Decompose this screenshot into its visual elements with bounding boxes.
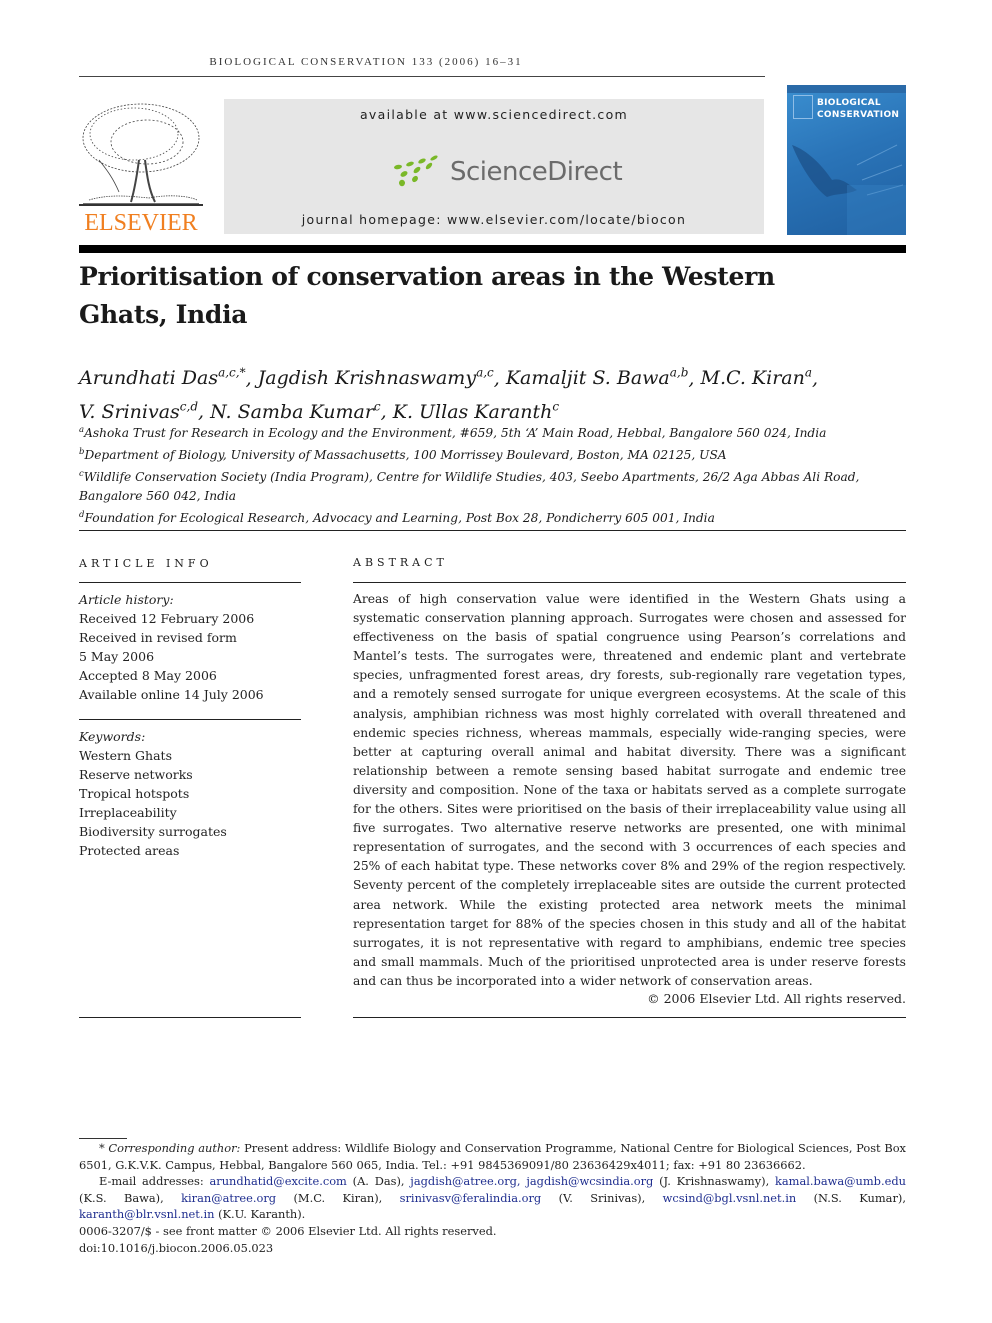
email-owner: (K.U. Karanth). bbox=[218, 1207, 306, 1222]
footnote-marker: * bbox=[99, 1141, 105, 1155]
article-info-bottom-rule bbox=[79, 1017, 301, 1018]
email-owner: (K.S. Bawa), bbox=[79, 1190, 164, 1205]
doi[interactable]: doi:10.1016/j.biocon.2006.05.023 bbox=[79, 1240, 906, 1257]
email-link[interactable]: wcsind@bgl.vsnl.net.in bbox=[663, 1191, 797, 1205]
keyword: Reserve networks bbox=[79, 767, 193, 782]
available-at-link[interactable]: available at www.sciencedirect.com bbox=[224, 107, 764, 122]
footnotes: * Corresponding author: Present address:… bbox=[79, 1140, 906, 1256]
front-matter-note: 0006-3207/$ - see front matter © 2006 El… bbox=[79, 1223, 497, 1238]
affiliation: aAshoka Trust for Research in Ecology an… bbox=[79, 425, 827, 441]
header-rule bbox=[79, 76, 765, 77]
article-title: Prioritisation of conservation areas in … bbox=[79, 262, 775, 329]
keyword: Protected areas bbox=[79, 843, 180, 858]
abstract-rule bbox=[353, 582, 906, 583]
tree-icon bbox=[79, 103, 203, 206]
email-owner: (V. Srinivas), bbox=[558, 1190, 646, 1205]
affiliation: dFoundation for Ecological Research, Adv… bbox=[79, 510, 715, 526]
article-history: Article history: Received 12 February 20… bbox=[79, 590, 301, 704]
author[interactable]: K. Ullas Karanthc bbox=[393, 399, 559, 422]
author[interactable]: V. Srinivasc,d bbox=[79, 399, 198, 422]
author[interactable]: M.C. Kirana bbox=[701, 366, 813, 389]
sciencedirect-logo[interactable]: ScienceDirect bbox=[390, 152, 623, 192]
footnote-rule bbox=[79, 1138, 127, 1139]
keywords: Keywords: Western Ghats Reserve networks… bbox=[79, 727, 301, 860]
title-rule bbox=[79, 245, 906, 253]
email-link[interactable]: jagdish@wcsindia.org bbox=[526, 1174, 653, 1188]
abstract-heading: ABSTRACT bbox=[353, 556, 448, 569]
running-head: BIOLOGICAL CONSERVATION 133 (2006) 16–31 bbox=[209, 56, 523, 68]
article-history-label: Article history: bbox=[79, 592, 174, 607]
abstract-bottom-rule bbox=[353, 1017, 906, 1018]
abstract-copyright: © 2006 Elsevier Ltd. All rights reserved… bbox=[647, 991, 906, 1006]
email-label: E-mail addresses: bbox=[99, 1174, 204, 1189]
keyword: Western Ghats bbox=[79, 748, 172, 763]
abstract-text: Areas of high conservation value were id… bbox=[353, 592, 906, 988]
author-list: Arundhati Dasa,c,*, Jagdish Krishnaswamy… bbox=[79, 366, 819, 423]
email-owner: (N.S. Kumar), bbox=[813, 1190, 906, 1205]
email-link[interactable]: jagdish@atree.org, bbox=[410, 1174, 520, 1188]
keyword: Irreplaceability bbox=[79, 805, 177, 820]
bird-illustration-icon bbox=[792, 144, 906, 235]
history-item: Received in revised form bbox=[79, 630, 237, 645]
elsevier-wordmark: ELSEVIER bbox=[84, 210, 198, 236]
article-info-rule bbox=[79, 582, 301, 583]
history-item: Received 12 February 2006 bbox=[79, 611, 255, 626]
history-item: Available online 14 July 2006 bbox=[79, 687, 264, 702]
affiliation-rule bbox=[79, 530, 906, 531]
email-link[interactable]: kiran@atree.org bbox=[181, 1191, 276, 1205]
keyword: Tropical hotspots bbox=[79, 786, 190, 801]
keywords-label: Keywords: bbox=[79, 729, 146, 744]
history-item: 5 May 2006 bbox=[79, 649, 155, 664]
email-owner: (J. Krishnaswamy), bbox=[659, 1174, 770, 1189]
sciencedirect-logo-text: ScienceDirect bbox=[450, 157, 623, 187]
email-owner: (A. Das), bbox=[352, 1174, 405, 1189]
corresponding-author-note: * Corresponding author: Present address:… bbox=[79, 1140, 906, 1173]
author[interactable]: Arundhati Dasa,c,* bbox=[79, 366, 246, 389]
corresponding-author-label: Corresponding author: bbox=[108, 1141, 241, 1155]
article-info-heading: ARTICLE INFO bbox=[79, 557, 213, 570]
email-link[interactable]: srinivasv@feralindia.org bbox=[400, 1191, 542, 1205]
journal-homepage-link[interactable]: journal homepage: www.elsevier.com/locat… bbox=[224, 212, 764, 227]
affiliation: bDepartment of Biology, University of Ma… bbox=[79, 447, 727, 463]
email-link[interactable]: karanth@blr.vsnl.net.in bbox=[79, 1207, 214, 1221]
keywords-rule bbox=[79, 719, 301, 720]
history-item: Accepted 8 May 2006 bbox=[79, 668, 217, 683]
affiliation: cWildlife Conservation Society (India Pr… bbox=[79, 469, 860, 504]
author[interactable]: Jagdish Krishnaswamya,c bbox=[258, 366, 494, 389]
author[interactable]: Kamaljit S. Bawaa,b bbox=[506, 366, 689, 389]
email-link[interactable]: kamal.bawa@umb.edu bbox=[775, 1174, 906, 1188]
email-link[interactable]: arundhatid@excite.com bbox=[209, 1174, 346, 1188]
keyword: Biodiversity surrogates bbox=[79, 824, 227, 839]
sciencedirect-leaves-icon bbox=[394, 155, 438, 187]
email-addresses: E-mail addresses: arundhatid@excite.com … bbox=[79, 1173, 906, 1223]
affiliation-list: aAshoka Trust for Research in Ecology an… bbox=[79, 421, 909, 528]
author[interactable]: N. Samba Kumarc bbox=[210, 399, 381, 422]
email-owner: (M.C. Kiran), bbox=[293, 1190, 383, 1205]
journal-cover-image: BIOLOGICAL CONSERVATION bbox=[787, 85, 906, 235]
